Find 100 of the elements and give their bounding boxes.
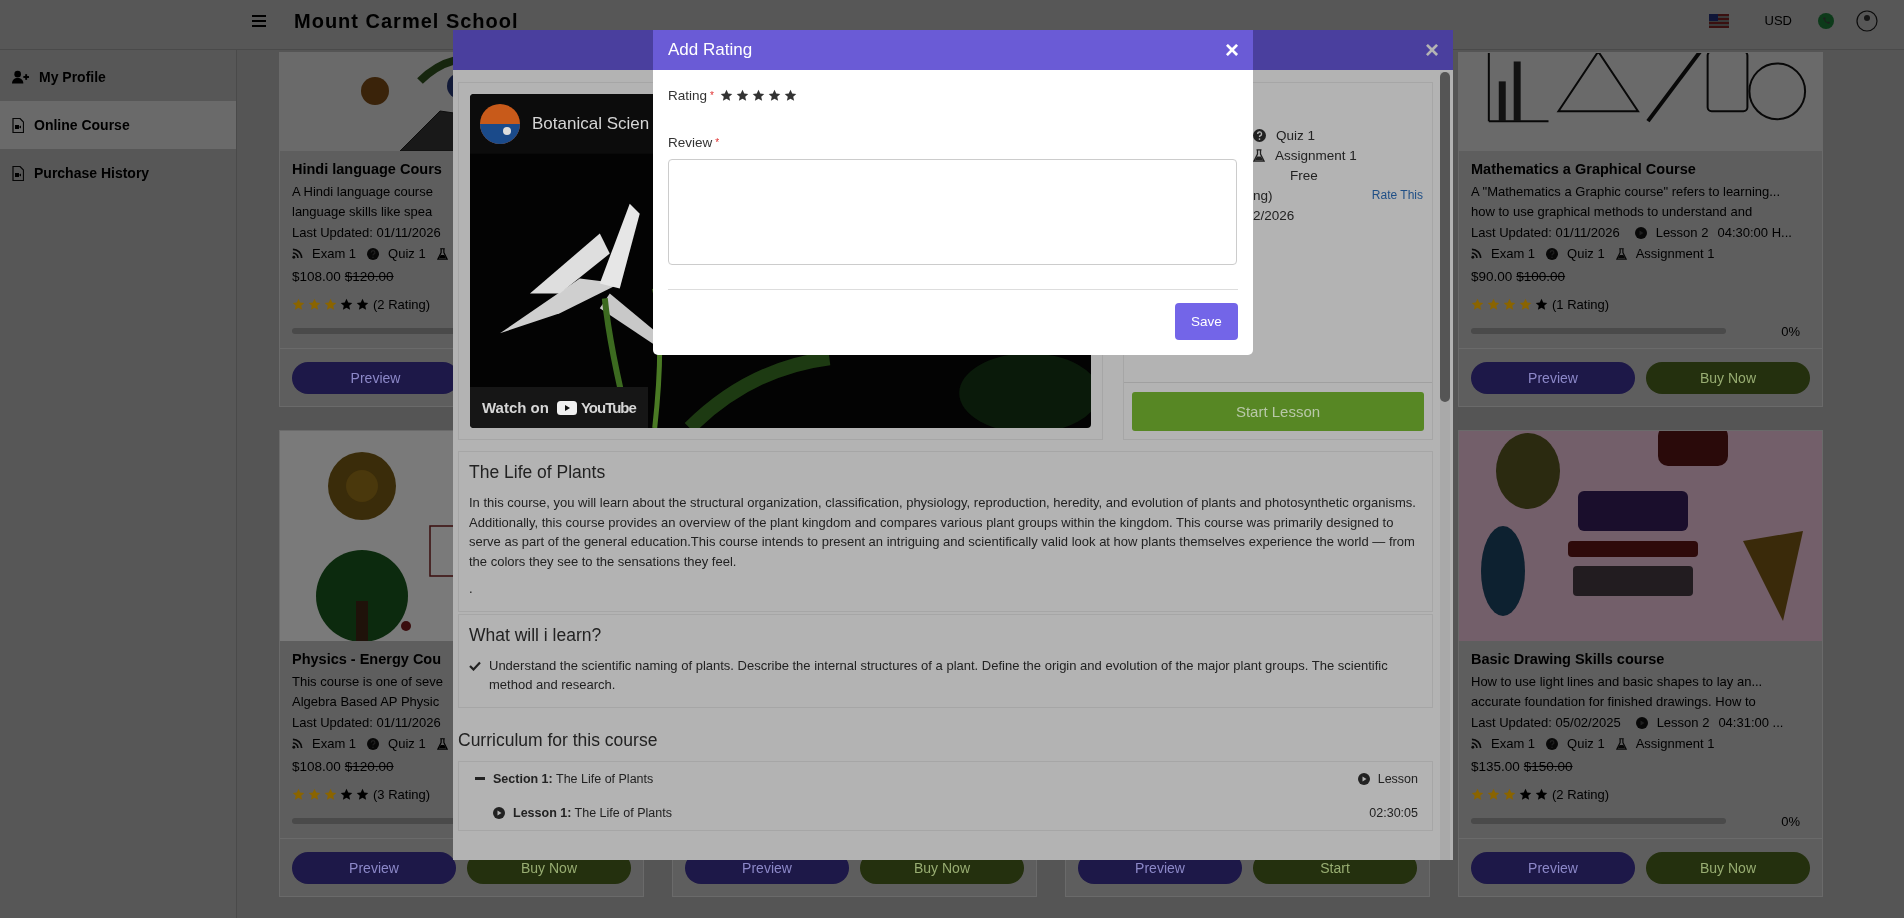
star-icon[interactable]: [783, 88, 797, 102]
question-icon: [1546, 737, 1559, 750]
course-title[interactable]: Physics - Energy Cou: [292, 651, 442, 667]
lesson-count: Lesson 2: [1656, 715, 1710, 730]
close-button[interactable]: ×: [1425, 38, 1439, 62]
sidebar-item[interactable]: Online Course: [0, 101, 236, 149]
site-title: Mount Carmel School: [294, 10, 519, 31]
course-description: A "Mathematics a Graphic course" refers to learning...: [1471, 183, 1781, 201]
course-description: How to use light lines and basic shapes to lay an...: [1471, 673, 1763, 691]
file-video-icon: [12, 117, 24, 133]
course-title[interactable]: Hindi language Cours: [292, 161, 442, 177]
watch-on-youtube-button[interactable]: Watch on YouTube: [470, 387, 648, 428]
flask-icon: [436, 247, 448, 260]
description-note: .: [469, 580, 474, 598]
section-heading: The Life of Plants: [469, 462, 607, 483]
rating-count: (2 Rating): [1552, 786, 1610, 802]
last-updated: Last Updated: 01/11/2026: [1471, 225, 1620, 240]
question-icon: [367, 247, 380, 260]
play-icon: [556, 400, 577, 415]
video-title[interactable]: Botanical Scien: [532, 114, 650, 134]
stat-label: Exam 1: [1491, 736, 1536, 751]
preview-button[interactable]: Preview: [1471, 362, 1635, 394]
rating-count: (1 Rating): [1552, 296, 1610, 312]
avatar-icon[interactable]: [1856, 9, 1878, 32]
course-title[interactable]: Basic Drawing Skills course: [1471, 651, 1665, 667]
course-description: A Hindi language course: [292, 183, 433, 201]
price: $108.00: [292, 268, 341, 284]
last-updated: Last Updated: 05/02/2025: [1471, 715, 1621, 730]
required-mark: *: [715, 136, 720, 148]
field-label: Rating: [668, 87, 708, 103]
progress-percent: 0%: [1781, 323, 1800, 339]
review-field[interactable]: [668, 159, 1237, 265]
progress-percent: 0%: [1781, 813, 1800, 829]
course-description: accurate foundation for finished drawings. How to: [1471, 693, 1756, 711]
rss-icon: [1471, 248, 1482, 259]
old-price: $120.00: [344, 268, 394, 284]
course-description: how to use graphical methods to understand and: [1471, 203, 1753, 221]
price: $135.00: [1471, 758, 1520, 774]
last-updated: Last Updated: 01/11/2026: [292, 715, 441, 730]
stat-label: Assignment 1: [1635, 736, 1715, 751]
info-text: ng): [1253, 187, 1273, 203]
stat-label: Quiz 1: [388, 736, 426, 751]
flask-icon: [1615, 247, 1627, 260]
section-type: Lesson: [1377, 771, 1418, 786]
course-title[interactable]: Mathematics a Graphical Course: [1471, 161, 1696, 177]
play-circle-icon: [493, 806, 505, 819]
duration: 04:30:00 H...: [1717, 225, 1792, 240]
info-text: 2/2026: [1253, 207, 1295, 223]
price: $108.00: [292, 758, 341, 774]
sidebar-item[interactable]: My Profile: [0, 53, 236, 101]
course-description: In this course, you will learn about the structural organization, classification, physiology, reproduction, heredity, and evolution of plants and photosynthetic organisms. Additionally, this course provides an overview of the plant kingdom and compares various plant groups within the kingdom. This course was primarily designed to serve as part of the general education.This course intends to present an intriguing and scientifically valid look at how plants themselves experience the world — from the colors they see to the sensations they feel.: [469, 494, 1417, 571]
stat-label: Quiz 1: [1567, 736, 1605, 751]
close-button[interactable]: ×: [1225, 38, 1239, 62]
star-icon[interactable]: [719, 88, 733, 102]
whatsapp-icon[interactable]: [1818, 12, 1834, 29]
section-title[interactable]: Section 1: The Life of Plants: [493, 771, 654, 786]
field-label: Review: [668, 134, 713, 150]
question-icon: [367, 737, 380, 750]
star-icon[interactable]: [751, 88, 765, 102]
course-description: language skills like spea: [292, 203, 433, 221]
preview-button[interactable]: Preview: [1471, 852, 1635, 884]
preview-button[interactable]: Preview: [292, 852, 456, 884]
curriculum-heading: Curriculum for this course: [458, 729, 659, 751]
rss-icon: [292, 738, 303, 749]
user-plus-icon: [12, 70, 29, 84]
rss-icon: [1471, 738, 1482, 749]
flag-icon[interactable]: [1708, 13, 1729, 28]
channel-logo-icon[interactable]: [480, 104, 520, 144]
rate-this-link[interactable]: Rate This: [1371, 188, 1423, 202]
rating-count: (3 Rating): [373, 786, 431, 802]
old-price: $120.00: [344, 758, 394, 774]
dialog-title: Add Rating: [668, 40, 753, 60]
lesson-title[interactable]: Lesson 1: The Life of Plants: [513, 805, 672, 820]
star-icon[interactable]: [735, 88, 749, 102]
scrollbar[interactable]: [1440, 72, 1450, 860]
buy-now-button[interactable]: Buy Now: [1646, 362, 1810, 394]
stat-label: Quiz 1: [1567, 246, 1605, 261]
lesson-duration: 02:30:05: [1369, 805, 1418, 820]
course-description: Algebra Based AP Physic: [292, 693, 440, 711]
currency-selector[interactable]: USD: [1764, 13, 1792, 28]
stat-label: Assignment 1: [1635, 246, 1715, 261]
old-price: $150.00: [1523, 758, 1573, 774]
info-text: Assignment 1: [1275, 147, 1357, 163]
info-text: Quiz 1: [1276, 127, 1316, 143]
flask-icon: [436, 737, 448, 750]
duration: 04:31:00 ...: [1718, 715, 1784, 730]
sidebar-item[interactable]: Purchase History: [0, 149, 236, 197]
section-heading: What will i learn?: [469, 624, 603, 646]
play-circle-icon: [1634, 226, 1647, 239]
info-text: Free: [1290, 167, 1318, 183]
check-icon: [469, 660, 481, 671]
stat-label: Exam 1: [312, 246, 357, 261]
play-circle-icon: [1357, 772, 1370, 785]
star-icon[interactable]: [767, 88, 781, 102]
required-mark: *: [710, 89, 714, 101]
learning-point: Understand the scientific naming of plants. Describe the internal structures of a plant. Define the origin and evolution of the major plant groups. The scientific method and research.: [489, 656, 1389, 694]
menu-icon[interactable]: [252, 14, 266, 27]
stat-label: Exam 1: [1491, 246, 1536, 261]
save-button[interactable]: Save: [1175, 303, 1238, 340]
buy-now-button[interactable]: Buy Now: [1646, 852, 1810, 884]
